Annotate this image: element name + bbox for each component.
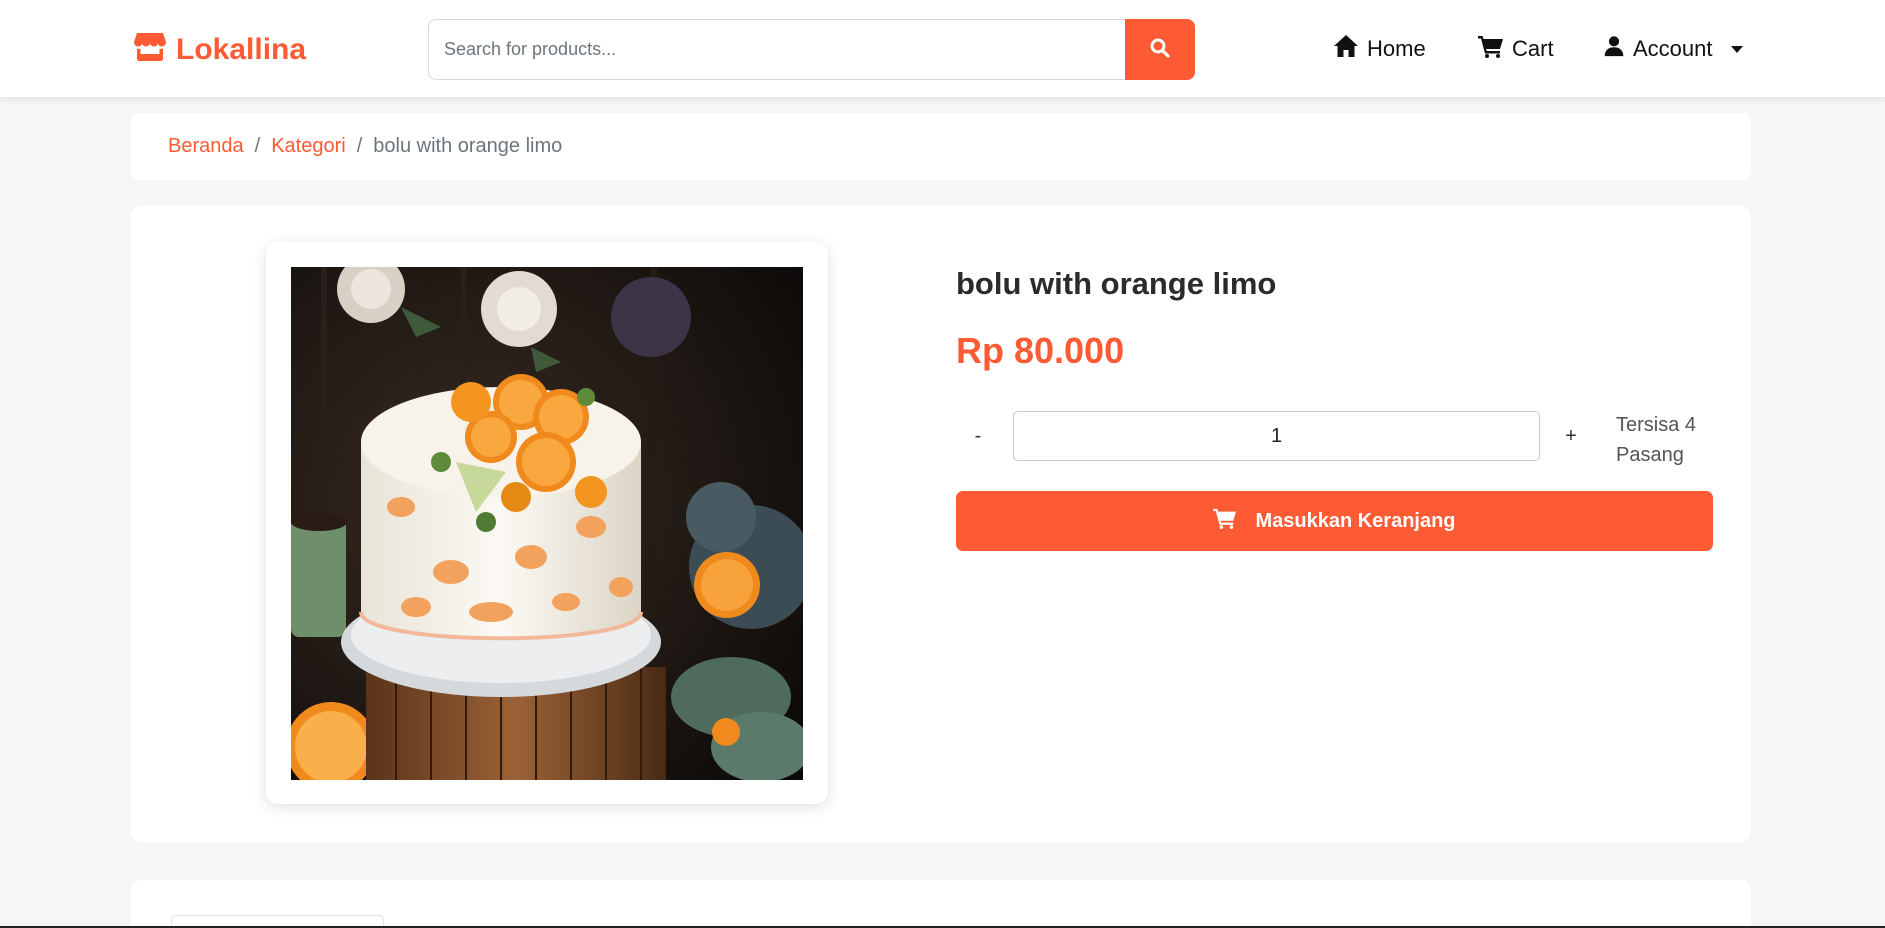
nav-home-label: Home	[1367, 36, 1426, 61]
breadcrumb-home-link[interactable]: Beranda	[168, 135, 244, 158]
nav-cart-link[interactable]: Cart	[1478, 34, 1554, 64]
product-image-frame	[266, 242, 828, 804]
cart-icon	[1213, 507, 1237, 535]
caret-down-icon	[1730, 45, 1743, 53]
quantity-selector: - + Tersisa 4 Pasang	[956, 411, 1716, 471]
search-input[interactable]	[428, 19, 1125, 80]
product-title: bolu with orange limo	[956, 266, 1277, 301]
breadcrumb-separator: /	[356, 135, 363, 157]
quantity-decrease-button[interactable]: -	[956, 411, 1000, 461]
quantity-increase-button[interactable]: +	[1549, 411, 1593, 461]
stock-remaining-line1: Tersisa 4	[1616, 414, 1697, 436]
stock-remaining-line2: Pasang	[1616, 444, 1684, 466]
user-icon	[1603, 34, 1625, 64]
breadcrumb: Beranda / Kategori / bolu with orange li…	[131, 113, 1751, 180]
breadcrumb-current: bolu with orange limo	[373, 135, 563, 157]
search-bar	[428, 19, 1195, 80]
product-image	[291, 267, 803, 780]
nav-cart-label: Cart	[1512, 36, 1554, 61]
product-info-tabs-card	[131, 880, 1751, 928]
search-icon	[1150, 38, 1170, 61]
brand-logo-link[interactable]: Lokallina	[134, 30, 306, 70]
store-icon	[134, 31, 166, 69]
home-icon	[1333, 34, 1359, 64]
breadcrumb-category-link[interactable]: Kategori	[271, 135, 346, 158]
nav-account-label: Account	[1633, 36, 1713, 61]
stock-remaining: Tersisa 4 Pasang	[1616, 410, 1716, 470]
brand-name: Lokallina	[176, 33, 307, 66]
add-to-cart-label: Masukkan Keranjang	[1255, 509, 1456, 532]
navbar: Lokallina Home Cart	[0, 0, 1885, 98]
add-to-cart-button[interactable]: Masukkan Keranjang	[956, 491, 1713, 551]
product-detail-card: bolu with orange limo Rp 80.000 - + Ters…	[131, 206, 1751, 842]
search-button[interactable]	[1125, 19, 1195, 80]
product-price: Rp 80.000	[956, 330, 1125, 371]
quantity-input[interactable]	[1013, 411, 1540, 461]
nav-account-dropdown[interactable]: Account	[1603, 34, 1743, 64]
breadcrumb-separator: /	[254, 135, 261, 157]
nav-home-link[interactable]: Home	[1333, 34, 1426, 64]
cart-icon	[1478, 34, 1504, 64]
